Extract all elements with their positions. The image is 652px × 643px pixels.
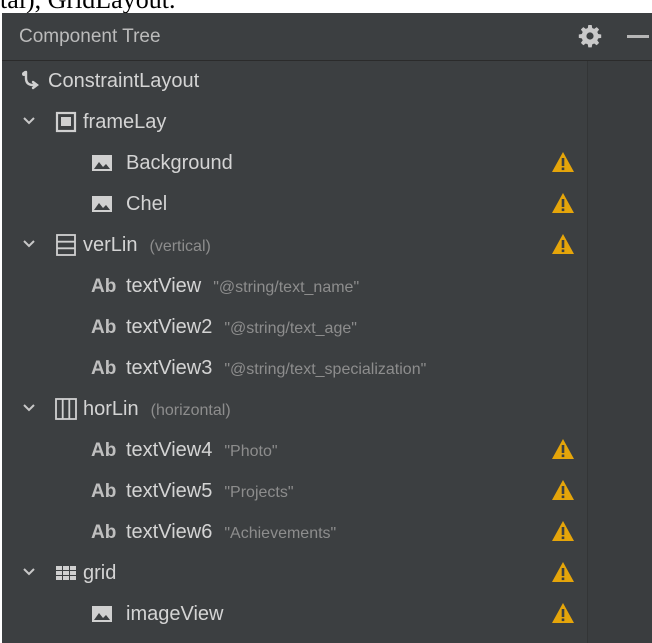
tree-row-label: frameLay: [83, 111, 167, 133]
tree-row-label: horLin (horizontal): [83, 398, 231, 420]
tree-row-label: textView3 "@string/text_specialization": [126, 357, 427, 379]
linear-vertical-icon: [56, 234, 76, 256]
warning-icon[interactable]: [551, 438, 575, 460]
gear-icon[interactable]: [578, 24, 602, 48]
component-tree-panel: Component Tree ConstraintLayout frameLay B…: [2, 13, 652, 643]
tree-row-hint: (horizontal): [150, 402, 231, 419]
warning-icon[interactable]: [551, 561, 575, 583]
tree-row-label: Chel: [126, 193, 168, 215]
tree-row-label: verLin (vertical): [83, 234, 211, 256]
tree-row-label: textView4 "Photo": [126, 439, 278, 461]
tree-row[interactable]: verLin (vertical): [2, 225, 587, 266]
tree-row-hint: (vertical): [149, 238, 211, 255]
tree-row[interactable]: imageView: [2, 594, 587, 635]
tree-row[interactable]: Ab textView3 "@string/text_specialization": [2, 348, 587, 389]
chevron-down-icon[interactable]: [22, 565, 36, 579]
panel-header: Component Tree: [2, 13, 652, 61]
chevron-down-icon[interactable]: [22, 401, 36, 415]
tree-row-label: grid: [83, 562, 117, 584]
text-view-icon: Ab: [91, 440, 117, 461]
tree-row-hint: "@string/text_specialization": [224, 361, 427, 378]
tree-row-hint: "Projects": [224, 484, 294, 501]
image-view-icon: [92, 155, 112, 171]
chevron-down-icon[interactable]: [22, 237, 36, 251]
panel-title: Component Tree: [19, 26, 161, 47]
tree-row-label: textView6 "Achievements": [126, 521, 337, 543]
warning-icon[interactable]: [551, 192, 575, 214]
grid-layout-icon: [56, 566, 76, 580]
constraint-layout-icon: [22, 70, 39, 90]
tree-row-hint: "@string/text_name": [213, 279, 360, 296]
text-view-icon: Ab: [91, 522, 117, 543]
tree-row[interactable]: grid: [2, 553, 587, 594]
tree-row-label: textView "@string/text_name": [126, 275, 360, 297]
component-tree: ConstraintLayout frameLay Background Chel ve…: [2, 61, 587, 643]
text-view-icon: Ab: [91, 481, 117, 502]
tree-row[interactable]: horLin (horizontal): [2, 389, 587, 430]
tree-row-label: Background: [126, 152, 233, 174]
tree-row-hint: "@string/text_age": [224, 320, 357, 337]
warning-icon[interactable]: [551, 602, 575, 624]
warning-icon[interactable]: [551, 233, 575, 255]
text-view-icon: Ab: [91, 276, 117, 297]
chevron-down-icon[interactable]: [22, 114, 36, 128]
tree-row-label: imageView: [126, 603, 224, 625]
warning-icon[interactable]: [551, 151, 575, 173]
linear-horizontal-icon: [55, 398, 77, 420]
tree-gutter: [587, 61, 652, 643]
tree-row-label: textView5 "Projects": [126, 480, 294, 502]
text-view-icon: Ab: [91, 317, 117, 338]
tree-row[interactable]: ConstraintLayout: [2, 61, 587, 102]
tree-row[interactable]: Ab textView5 "Projects": [2, 471, 587, 512]
page-caption: tal), GridLayout.: [0, 0, 175, 14]
tree-row-label: ConstraintLayout: [48, 70, 200, 92]
text-view-icon: Ab: [91, 358, 117, 379]
tree-row[interactable]: Ab textView6 "Achievements": [2, 512, 587, 553]
image-view-icon: [92, 606, 112, 622]
warning-icon[interactable]: [551, 479, 575, 501]
minimize-icon[interactable]: [627, 35, 649, 38]
tree-row-hint: "Photo": [224, 443, 278, 460]
tree-row-hint: "Achievements": [224, 525, 337, 542]
tree-row-label: textView2 "@string/text_age": [126, 316, 357, 338]
tree-row[interactable]: frameLay: [2, 102, 587, 143]
warning-icon[interactable]: [551, 520, 575, 542]
image-view-icon: [92, 196, 112, 212]
tree-row[interactable]: Ab textView4 "Photo": [2, 430, 587, 471]
tree-row[interactable]: Background: [2, 143, 587, 184]
frame-layout-icon: [55, 111, 77, 133]
tree-row[interactable]: Ab textView2 "@string/text_age": [2, 307, 587, 348]
tree-row[interactable]: Ab textView "@string/text_name": [2, 266, 587, 307]
tree-row[interactable]: Chel: [2, 184, 587, 225]
